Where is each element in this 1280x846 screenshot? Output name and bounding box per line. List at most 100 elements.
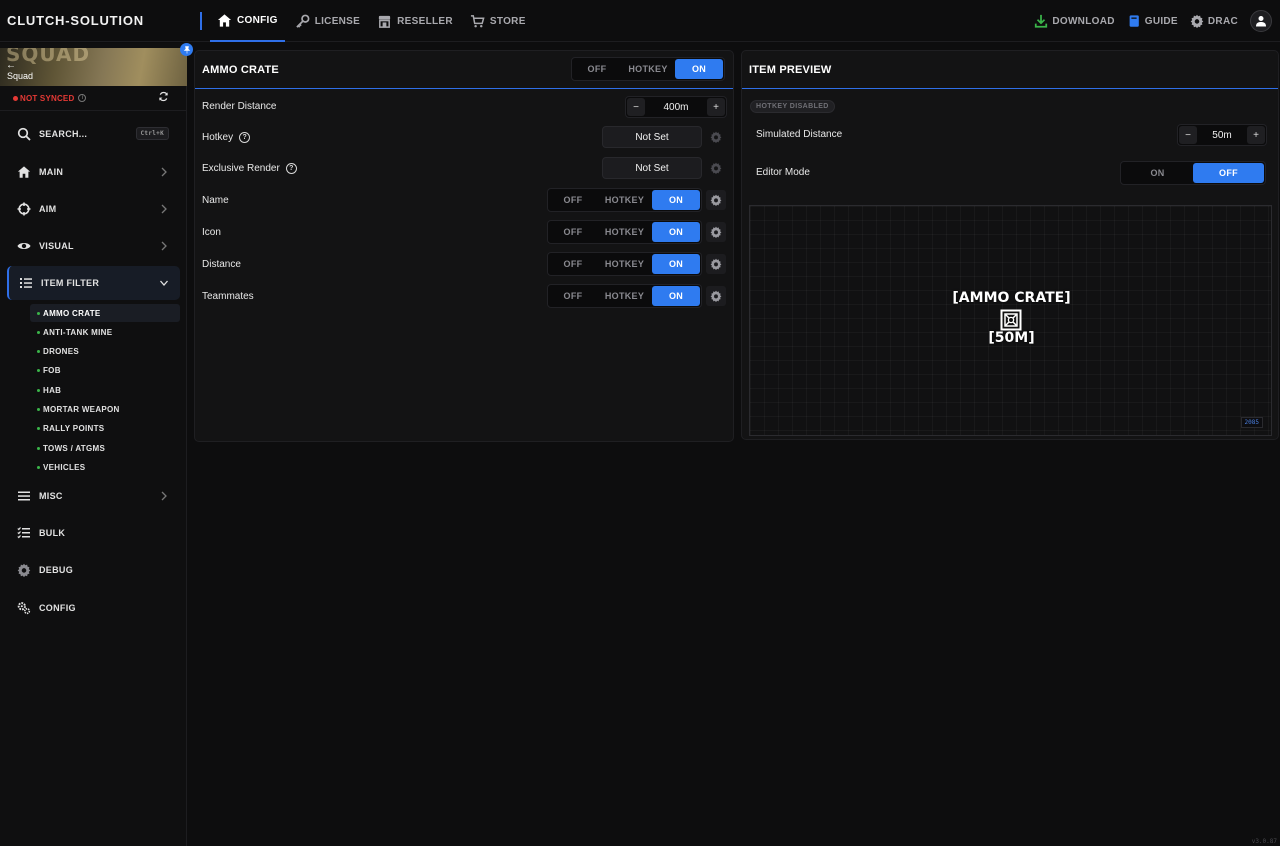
hotkey-label: Hotkey ? [202, 132, 251, 143]
preview-panel-header: ITEM PREVIEW [742, 51, 1278, 89]
mode-hotkey-option[interactable]: HOTKEY [621, 59, 675, 79]
simulated-distance-value[interactable]: 50m [1198, 130, 1246, 141]
sidebar-subitem-drones[interactable]: DRONES [30, 342, 180, 360]
exclusive-render-bind-button[interactable]: Not Set [602, 157, 702, 179]
editor-on-option[interactable]: ON [1122, 163, 1193, 183]
name-mode-toggle: OFF HOTKEY ON [547, 188, 702, 212]
top-bar: CLUTCH-SOLUTION CONFIG LICENSE RESELLER … [0, 0, 1280, 42]
mode-off-option[interactable]: OFF [573, 59, 621, 79]
sync-status-text: NOT SYNCED [20, 93, 75, 103]
hotkey-bind-button[interactable]: Not Set [602, 126, 702, 148]
name-off-option[interactable]: OFF [549, 190, 597, 210]
book-icon [1129, 15, 1139, 27]
avatar[interactable] [1250, 10, 1272, 32]
distance-toggle-label: Distance [202, 259, 241, 270]
sidebar-item-main[interactable]: MAIN [7, 155, 180, 189]
settings-panel: AMMO CRATE OFF HOTKEY ON Render Distance… [194, 50, 734, 442]
game-name: Squad [7, 71, 34, 81]
cart-icon [470, 14, 485, 27]
teammates-settings-gear-icon[interactable] [706, 286, 726, 306]
sidebar-item-label: AIM [39, 204, 57, 214]
search-label: SEARCH... [39, 129, 88, 139]
teammates-on-option[interactable]: ON [652, 286, 700, 306]
distance-settings-gear-icon[interactable] [706, 254, 726, 274]
topnav-config[interactable]: CONFIG [210, 0, 285, 42]
name-on-option[interactable]: ON [652, 190, 700, 210]
topnav-store[interactable]: STORE [463, 0, 533, 42]
game-banner[interactable]: SQUAD ← Squad [0, 48, 187, 86]
esp-preview-canvas[interactable]: [AMMO CRATE] [50M] 2085 [749, 205, 1272, 436]
sidebar-item-bulk[interactable]: BULK [7, 516, 180, 550]
sidebar-search[interactable]: SEARCH... Ctrl+K [7, 117, 180, 151]
icon-toggle-label: Icon [202, 227, 221, 238]
simulated-distance-label: Simulated Distance [756, 129, 842, 140]
exclusive-render-settings-gear-icon[interactable] [706, 158, 726, 178]
sidebar-subitem-vehicles[interactable]: VEHICLES [30, 458, 180, 476]
sidebar-item-config[interactable]: CONFIG [7, 591, 180, 625]
icon-on-option[interactable]: ON [652, 222, 700, 242]
topnav-reseller[interactable]: RESELLER [370, 0, 460, 42]
user-settings-button[interactable]: DRAC [1190, 14, 1238, 28]
name-settings-gear-icon[interactable] [706, 190, 726, 210]
teammates-hotkey-option[interactable]: HOTKEY [597, 286, 652, 306]
preview-panel: ITEM PREVIEW HOTKEY DISABLED Simulated D… [741, 50, 1279, 440]
sidebar-item-aim[interactable]: AIM [7, 192, 180, 226]
help-icon[interactable]: ? [285, 163, 297, 174]
sidebar-subitem-tows-atgms[interactable]: TOWS / ATGMS [30, 439, 180, 457]
icon-hotkey-option[interactable]: HOTKEY [597, 222, 652, 242]
icon-settings-gear-icon[interactable] [706, 222, 726, 242]
download-icon [1035, 14, 1048, 28]
esp-item-distance: [50M] [988, 330, 1035, 346]
increment-button[interactable]: + [707, 98, 725, 116]
sidebar-subitem-anti-tank-mine[interactable]: ANTI-TANK MINE [30, 323, 180, 341]
decrement-button[interactable]: − [627, 98, 645, 116]
sidebar-subitem-hab[interactable]: HAB [30, 381, 180, 399]
mode-on-option[interactable]: ON [675, 59, 723, 79]
render-distance-value[interactable]: 400m [646, 102, 706, 113]
name-hotkey-option[interactable]: HOTKEY [597, 190, 652, 210]
home-icon [217, 13, 232, 27]
refresh-icon [159, 91, 168, 102]
sidebar-subitem-label: RALLY POINTS [43, 423, 105, 433]
panel-title: AMMO CRATE [202, 64, 279, 76]
increment-button[interactable]: + [1247, 126, 1265, 144]
back-arrow-icon[interactable]: ← [6, 60, 16, 71]
editor-off-option[interactable]: OFF [1193, 163, 1264, 183]
sidebar-item-label: ITEM FILTER [41, 278, 100, 288]
distance-off-option[interactable]: OFF [549, 254, 597, 274]
sidebar-item-label: VISUAL [39, 241, 74, 251]
info-icon[interactable]: i [78, 94, 87, 102]
sidebar-subitem-rally-points[interactable]: RALLY POINTS [30, 419, 180, 437]
refresh-button[interactable] [158, 91, 170, 103]
download-button[interactable]: DOWNLOAD [1034, 14, 1114, 28]
pin-icon[interactable] [180, 43, 193, 56]
teammates-off-option[interactable]: OFF [549, 286, 597, 306]
gears-icon [17, 602, 31, 615]
topnav-store-label: STORE [489, 15, 526, 27]
sidebar-item-misc[interactable]: MISC [7, 479, 180, 513]
menu-icon [18, 491, 30, 501]
topnav-license[interactable]: LICENSE [288, 0, 367, 42]
eye-icon [17, 243, 31, 249]
bullet-dot [37, 426, 40, 430]
decrement-button[interactable]: − [1179, 126, 1197, 144]
distance-hotkey-option[interactable]: HOTKEY [597, 254, 652, 274]
sidebar-subitem-ammo-crate[interactable]: AMMO CRATE [30, 304, 180, 322]
sidebar-divider [0, 110, 187, 111]
sidebar-item-debug[interactable]: DEBUG [7, 553, 180, 587]
download-label: DOWNLOAD [1052, 15, 1115, 27]
hotkey-settings-gear-icon[interactable] [706, 127, 726, 147]
sidebar-item-visual[interactable]: VISUAL [7, 229, 180, 263]
guide-button[interactable]: GUIDE [1127, 14, 1178, 28]
sidebar-subitem-mortar-weapon[interactable]: MORTAR WEAPON [30, 400, 180, 418]
sidebar-subitem-fob[interactable]: FOB [30, 361, 180, 379]
sidebar-item-item-filter[interactable]: ITEM FILTER [7, 266, 180, 300]
distance-on-option[interactable]: ON [652, 254, 700, 274]
bullet-dot [37, 311, 40, 315]
sidebar-item-label: DEBUG [39, 565, 74, 575]
topnav-divider [200, 12, 202, 30]
help-icon[interactable]: ? [239, 132, 251, 143]
user-icon [1256, 16, 1266, 27]
icon-off-option[interactable]: OFF [549, 222, 597, 242]
sync-status: NOT SYNCED i [13, 92, 173, 104]
